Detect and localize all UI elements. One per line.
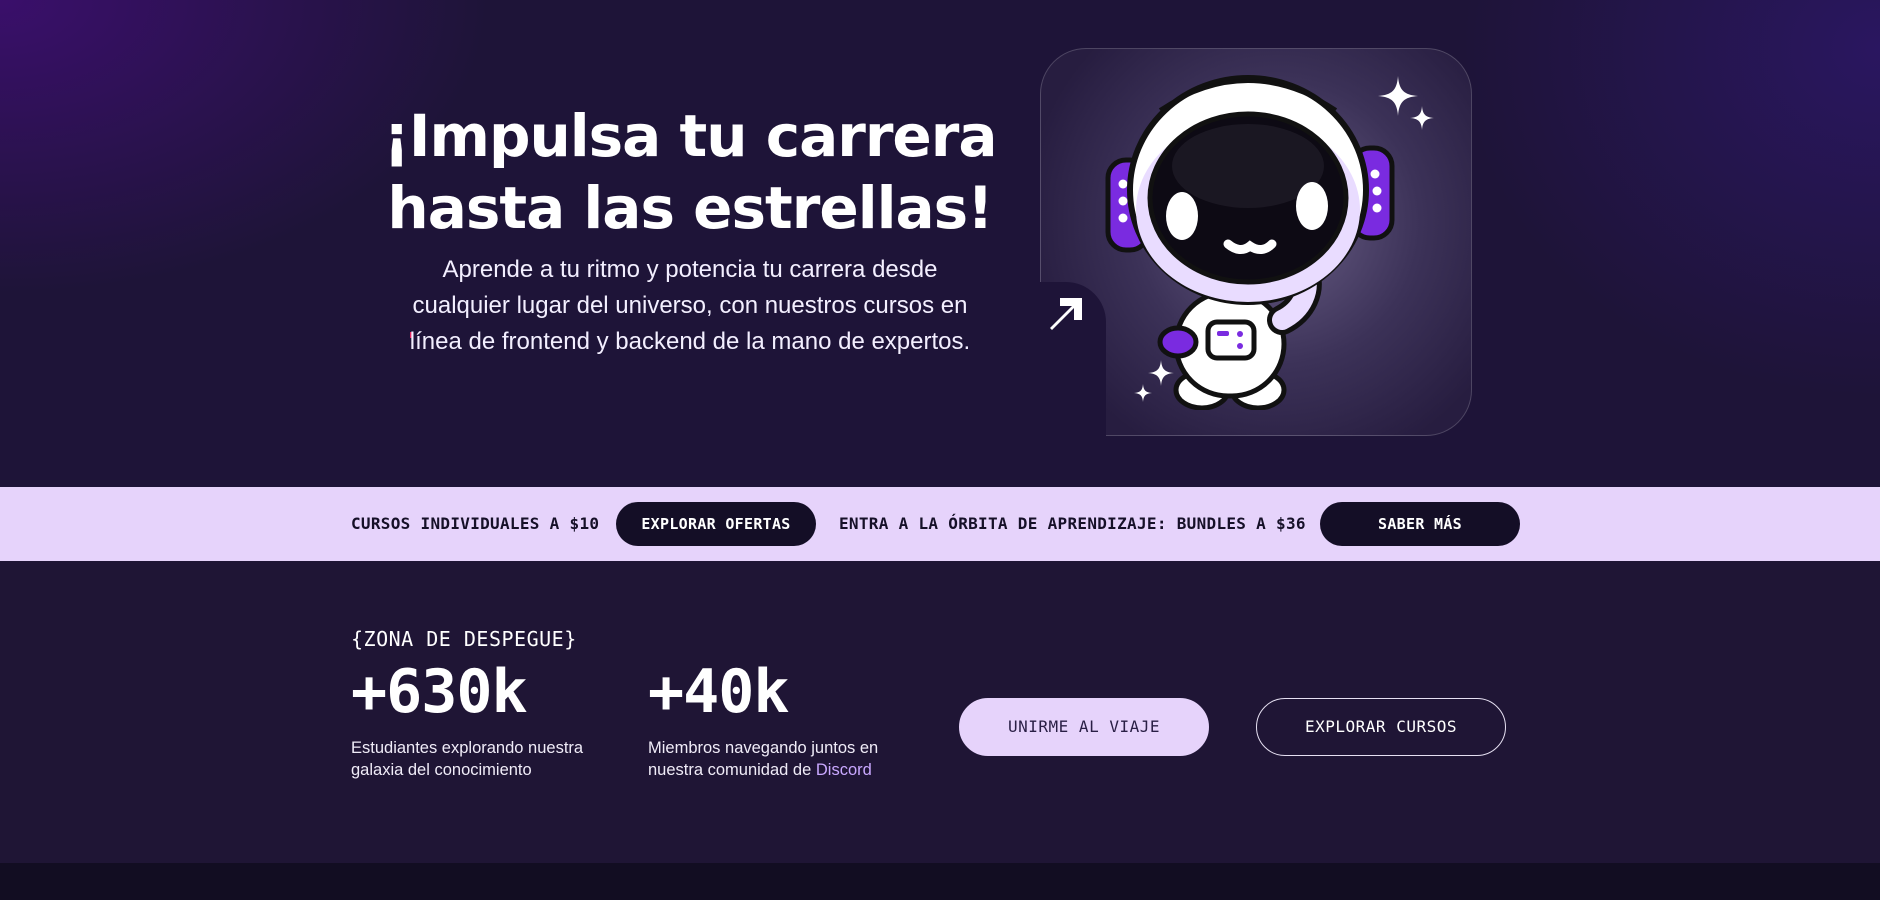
members-count: +40k — [648, 657, 789, 727]
students-description: Estudiantes explorando nuestra galaxia d… — [351, 737, 611, 781]
hero-section: ¡Impulsa tu carrera hasta las estrellas!… — [0, 0, 1880, 487]
students-desc-line2: galaxia del conocimiento — [351, 761, 532, 779]
join-journey-button[interactable]: UNIRME AL VIAJE — [959, 698, 1209, 756]
astronaut-mascot-illustration — [1105, 75, 1395, 410]
members-desc-line1: Miembros navegando juntos en — [648, 739, 879, 757]
explore-courses-button[interactable]: EXPLORAR CURSOS — [1256, 698, 1506, 756]
hero-title-line1: ¡Impulsa tu carrera — [383, 102, 997, 170]
members-description: Miembros navegando juntos en nuestra com… — [648, 737, 908, 781]
hero-subtitle-line1: Aprende a tu ritmo y potencia tu carrera… — [442, 256, 938, 283]
members-desc-line2: nuestra comunidad de — [648, 761, 816, 779]
students-desc-line1: Estudiantes explorando nuestra — [351, 739, 584, 757]
learn-more-button[interactable]: SABER MÁS — [1320, 502, 1520, 546]
stats-section: {ZONA DE DESPEGUE} +630k Estudiantes exp… — [0, 561, 1880, 863]
zone-label: {ZONA DE DESPEGUE} — [351, 627, 577, 651]
sparkle-icon — [1410, 106, 1434, 130]
explore-offers-button[interactable]: EXPLORAR OFERTAS — [616, 502, 816, 546]
promo-bar: CURSOS INDIVIDUALES A $10 EXPLORAR OFERT… — [0, 487, 1880, 561]
hero-subtitle-line3: línea de frontend y backend de la mano d… — [409, 328, 971, 355]
hero-title-line2: hasta las estrellas! — [387, 174, 993, 242]
arrow-up-right-icon — [1050, 298, 1082, 330]
footer-band — [0, 863, 1880, 900]
hero-title: ¡Impulsa tu carrera hasta las estrellas! — [380, 100, 1000, 244]
students-count: +630k — [351, 657, 528, 727]
promo-individual-text: CURSOS INDIVIDUALES A $10 — [351, 514, 600, 533]
promo-bundles-text: ENTRA A LA ÓRBITA DE APRENDIZAJE: BUNDLE… — [839, 514, 1306, 533]
hero-subtitle: Aprende a tu ritmo y potencia tu carrera… — [390, 252, 990, 360]
discord-link[interactable]: Discord — [816, 761, 872, 779]
hero-subtitle-line2: cualquier lugar del universo, con nuestr… — [412, 292, 968, 319]
